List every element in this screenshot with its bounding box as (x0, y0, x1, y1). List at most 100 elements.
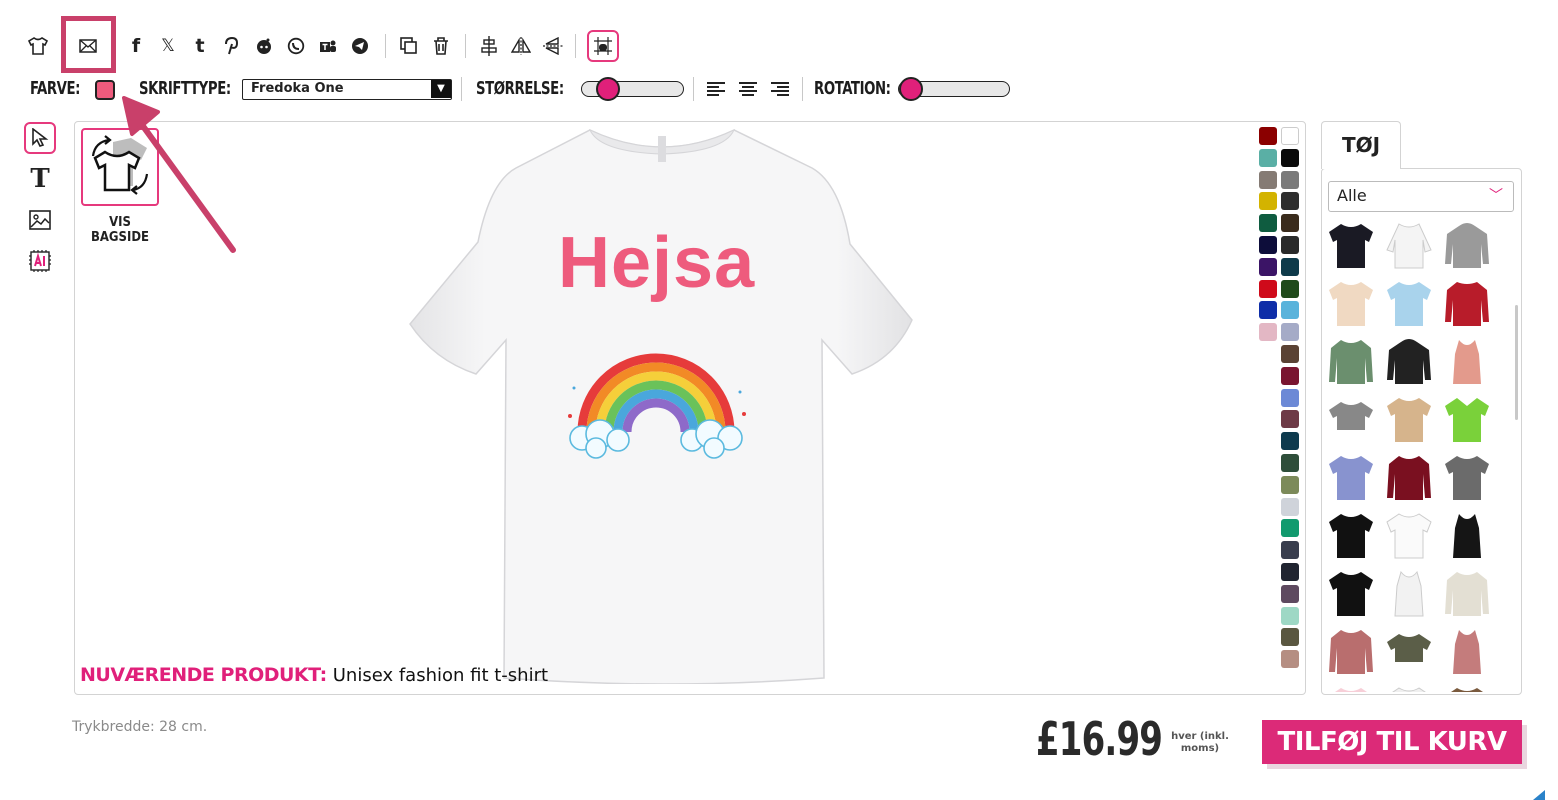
ai-tool-icon[interactable] (24, 245, 56, 277)
color-swatch[interactable] (1281, 606, 1299, 625)
clothing-item[interactable] (1385, 626, 1433, 676)
align-center-vertical-icon[interactable] (477, 34, 501, 58)
color-swatch[interactable] (1281, 650, 1299, 669)
clothing-item[interactable] (1443, 278, 1491, 328)
x-icon[interactable]: 𝕏 (156, 34, 180, 58)
clothing-scrollbar[interactable] (1515, 305, 1518, 420)
clothing-item[interactable] (1327, 568, 1375, 618)
clothing-item[interactable] (1327, 278, 1375, 328)
clothing-item[interactable] (1385, 684, 1433, 692)
add-to-cart-button[interactable]: TILFØJ TIL KURV (1262, 720, 1522, 764)
clothing-item[interactable] (1385, 394, 1433, 444)
toolbar-separator (461, 77, 462, 101)
pinterest-icon[interactable] (220, 34, 244, 58)
color-swatch[interactable] (1281, 628, 1299, 647)
select-tool-icon[interactable] (24, 122, 56, 154)
shirt-design-text[interactable]: Hejsa (558, 222, 755, 304)
color-swatch[interactable] (1281, 301, 1299, 320)
whatsapp-icon[interactable] (284, 34, 308, 58)
size-slider[interactable] (581, 77, 684, 101)
clothing-item[interactable] (1385, 510, 1433, 560)
color-swatch[interactable] (1281, 236, 1299, 254)
size-slider-knob[interactable] (596, 77, 620, 101)
color-swatch[interactable] (1281, 170, 1299, 189)
color-swatch[interactable] (1281, 541, 1299, 560)
color-swatch[interactable] (1259, 323, 1277, 342)
clothing-filter-value: Alle (1337, 186, 1367, 205)
align-center-icon[interactable] (739, 80, 757, 98)
color-swatch[interactable] (1281, 410, 1299, 429)
rotation-slider[interactable] (898, 77, 1010, 101)
clothing-item[interactable] (1385, 220, 1433, 270)
email-icon[interactable] (76, 34, 100, 58)
clothing-item[interactable] (1327, 510, 1375, 560)
facebook-icon[interactable]: f (124, 34, 148, 58)
align-left-icon[interactable] (707, 80, 725, 98)
color-swatch[interactable] (1281, 214, 1299, 233)
tab-clothing[interactable]: TØJ (1321, 121, 1401, 169)
color-swatch[interactable] (1281, 432, 1299, 451)
color-swatch[interactable] (1281, 148, 1299, 167)
color-swatch[interactable] (1259, 148, 1277, 167)
color-swatch[interactable] (1281, 454, 1299, 472)
color-swatch[interactable] (1281, 519, 1299, 538)
clothing-item[interactable] (1327, 394, 1375, 444)
toolbar-separator (693, 77, 694, 101)
color-swatch[interactable] (1259, 236, 1277, 254)
text-tool-icon[interactable]: T (24, 163, 56, 195)
rainbow-graphic[interactable] (556, 332, 756, 464)
color-swatch[interactable] (1259, 192, 1277, 211)
copy-icon[interactable] (397, 34, 421, 58)
color-swatch[interactable] (1281, 366, 1299, 385)
clothing-item[interactable] (1443, 336, 1491, 386)
color-swatch[interactable] (1281, 192, 1299, 211)
clothing-item[interactable] (1385, 336, 1433, 386)
clothing-item[interactable] (1443, 626, 1491, 676)
color-swatch[interactable] (1281, 345, 1299, 363)
font-select[interactable]: Fredoka One ▼ (242, 79, 452, 100)
align-right-icon[interactable] (771, 80, 789, 98)
color-swatch[interactable] (1259, 214, 1277, 233)
color-swatch[interactable] (1259, 279, 1277, 298)
flip-horizontal-icon[interactable] (509, 34, 533, 58)
teams-icon[interactable] (316, 34, 340, 58)
tumblr-icon[interactable]: t (188, 34, 212, 58)
clothing-item[interactable] (1443, 510, 1491, 560)
color-swatch[interactable] (1259, 257, 1277, 276)
clothing-item[interactable] (1385, 568, 1433, 618)
clothing-item[interactable] (1443, 684, 1491, 692)
color-swatch[interactable] (1281, 127, 1299, 145)
clothing-item[interactable] (1385, 278, 1433, 328)
clothing-item[interactable] (1443, 220, 1491, 270)
clothing-item[interactable] (1443, 568, 1491, 618)
color-swatch[interactable] (1259, 170, 1277, 189)
tshirt-icon[interactable] (26, 34, 50, 58)
flip-vertical-icon[interactable] (541, 34, 565, 58)
trash-icon[interactable] (429, 34, 453, 58)
color-swatch[interactable] (1281, 388, 1299, 407)
size-label: STØRRELSE: (476, 78, 564, 99)
telegram-icon[interactable] (348, 34, 372, 58)
color-swatch[interactable] (1259, 127, 1277, 145)
image-tool-icon[interactable] (24, 204, 56, 236)
clothing-item[interactable] (1327, 684, 1375, 692)
reddit-icon[interactable] (252, 34, 276, 58)
clothing-item[interactable] (1385, 452, 1433, 502)
grid-icon[interactable] (587, 30, 619, 62)
clothing-filter-select[interactable]: Alle ﹀ (1328, 181, 1514, 212)
color-swatch[interactable] (1281, 584, 1299, 603)
clothing-item[interactable] (1443, 394, 1491, 444)
color-swatch[interactable] (1281, 475, 1299, 494)
clothing-item[interactable] (1327, 452, 1375, 502)
color-swatch[interactable] (1281, 323, 1299, 342)
rotation-slider-knob[interactable] (899, 77, 923, 101)
color-swatch[interactable] (1281, 257, 1299, 276)
clothing-item[interactable] (1327, 220, 1375, 270)
color-swatch[interactable] (1281, 563, 1299, 581)
clothing-item[interactable] (1327, 336, 1375, 386)
clothing-item[interactable] (1327, 626, 1375, 676)
color-swatch[interactable] (1259, 301, 1277, 320)
color-swatch[interactable] (1281, 497, 1299, 516)
color-swatch[interactable] (1281, 279, 1299, 298)
clothing-item[interactable] (1443, 452, 1491, 502)
